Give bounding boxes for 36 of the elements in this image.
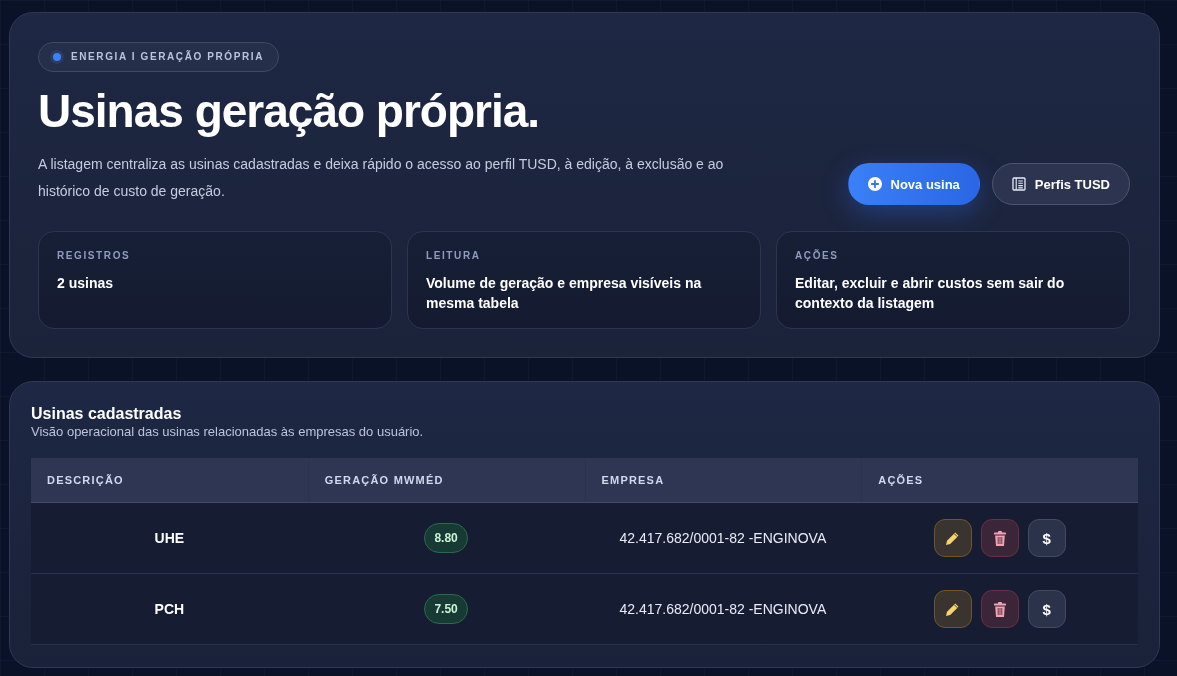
pencil-icon [945, 530, 961, 546]
generation-value: 8.80 [424, 523, 468, 553]
category-label: ENERGIA I GERAÇÃO PRÓPRIA [71, 51, 264, 63]
edit-button[interactable] [933, 519, 972, 557]
stat-value: 2 usinas [57, 274, 115, 293]
delete-button[interactable] [980, 519, 1019, 557]
delete-button[interactable] [980, 590, 1019, 628]
stat-label: LEITURA [426, 250, 482, 262]
generation-value: 7.50 [424, 594, 468, 624]
column-header: EMPRESA [584, 458, 862, 502]
table-cell-text: PCH [153, 600, 186, 619]
column-header: GERAÇÃO MWMÉD [307, 458, 585, 502]
cost-button[interactable]: $ [1027, 519, 1066, 557]
table-cell-text: 42.417.682/0001-82 -ENGINOVA [618, 529, 828, 548]
table-cell-text: UHE [153, 529, 186, 548]
table-cell-text: 42.417.682/0001-82 -ENGINOVA [618, 600, 828, 619]
stat-label: REGISTROS [57, 250, 132, 262]
profiles-button[interactable]: Perfis TUSD [991, 163, 1130, 205]
column-header: AÇÕES [861, 458, 1138, 502]
dot-icon [50, 50, 64, 64]
trash-icon [993, 530, 1006, 546]
stat-value: Editar, excluir e abrir custos sem sair do contexto da listagem [795, 274, 1066, 313]
pencil-icon [945, 601, 961, 617]
plus-circle-icon [867, 177, 882, 191]
edit-button[interactable] [933, 590, 972, 628]
stat-value: Volume de geração e empresa visíveis na mesma tabela [426, 274, 703, 313]
trash-icon [993, 601, 1006, 617]
section-title: Usinas cadastradas [31, 404, 183, 424]
page-title: Usinas geração própria. [38, 85, 540, 137]
document-icon [1011, 177, 1026, 191]
cost-button[interactable]: $ [1027, 590, 1066, 628]
page-description: A listagem centraliza as usinas cadastradas e deixa rápido o acesso ao perfil TUSD, à edição, à exclusão e ao histórico de custo de geração. [38, 155, 725, 201]
new-plant-button[interactable]: Nova usina [847, 163, 980, 205]
column-header: DESCRIÇÃO [46, 473, 125, 488]
stat-label: AÇÕES [795, 250, 840, 262]
section-subtitle: Visão operacional das usinas relacionadas às empresas do usuário. [31, 424, 425, 440]
